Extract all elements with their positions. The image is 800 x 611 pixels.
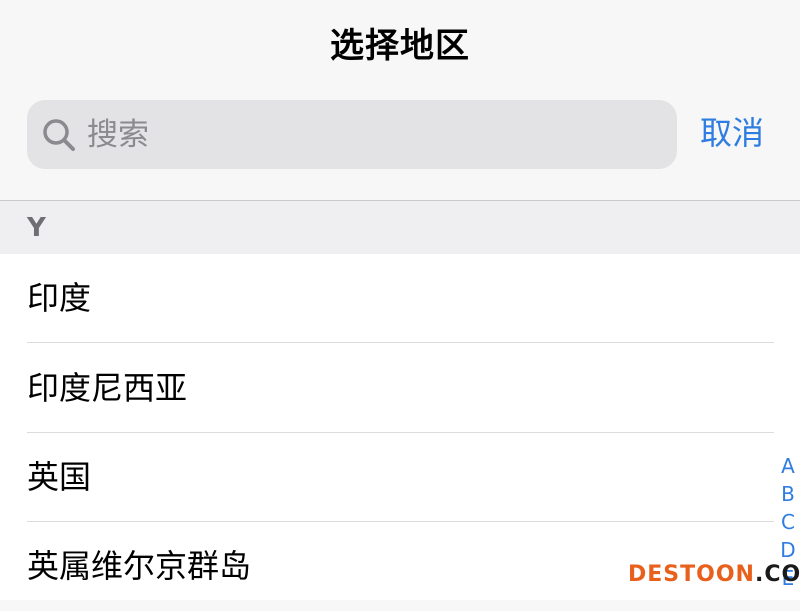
search-icon [41, 117, 77, 153]
index-letter-c[interactable]: C [776, 508, 800, 536]
index-letter-a[interactable]: A [776, 452, 800, 480]
list-item[interactable]: 英国 [27, 433, 774, 522]
section-letter: Y [27, 213, 46, 243]
list-item[interactable]: 印度 [27, 254, 774, 343]
watermark-brand: DESTOON [628, 562, 755, 587]
region-list: 印度 印度尼西亚 英国 英属维尔京群岛 [0, 254, 800, 600]
index-letter-b[interactable]: B [776, 480, 800, 508]
section-header: Y [0, 201, 800, 254]
list-item-label: 英属维尔京群岛 [27, 547, 252, 585]
watermark: DESTOON.COM [628, 562, 800, 587]
list-item-label: 印度 [27, 279, 92, 317]
list-item-label: 英国 [27, 458, 92, 496]
search-placeholder: 搜索 [87, 117, 149, 153]
list-item[interactable]: 印度尼西亚 [27, 344, 774, 433]
cancel-button[interactable]: 取消 [700, 112, 764, 154]
search-input[interactable]: 搜索 [27, 100, 677, 169]
page-title: 选择地区 [330, 26, 470, 66]
list-item-label: 印度尼西亚 [27, 369, 188, 407]
row-separator [27, 342, 774, 343]
index-letter-d[interactable]: D [776, 536, 800, 564]
watermark-suffix: .COM [754, 562, 800, 587]
